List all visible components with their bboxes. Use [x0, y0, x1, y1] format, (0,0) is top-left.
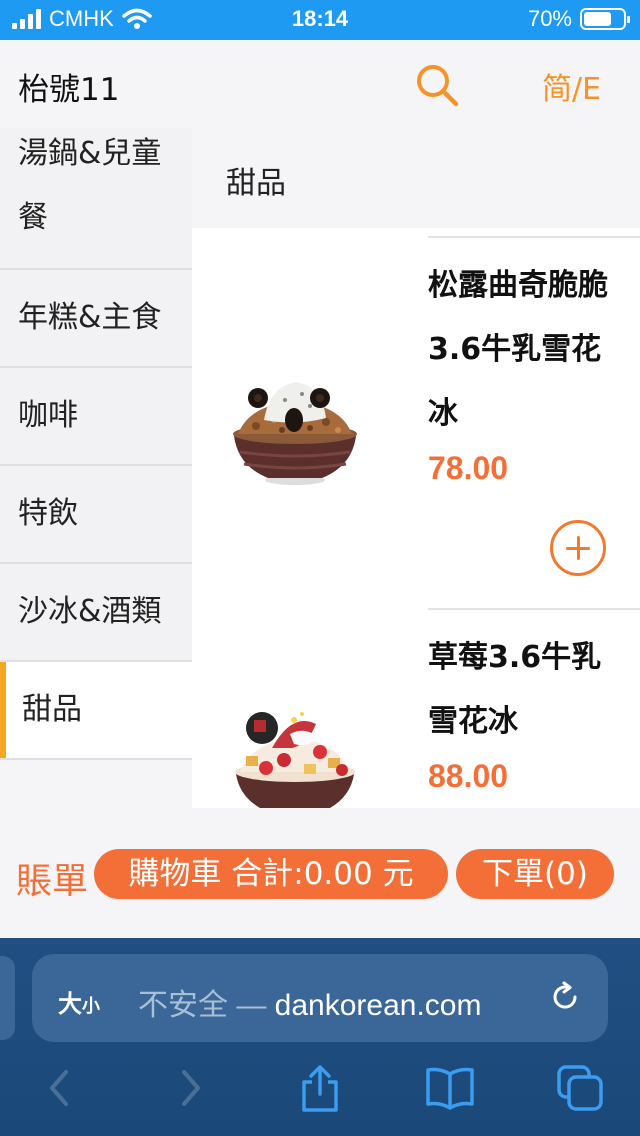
section-title-label: 甜品	[226, 166, 286, 201]
sidebar-item-ricecake-mains[interactable]: 年糕&主食	[0, 270, 192, 368]
bookmarks-icon[interactable]	[424, 1064, 476, 1112]
sidebar-item-smoothies-alcohol[interactable]: 沙冰&酒類	[0, 564, 192, 662]
domain-label: dankorean.com	[274, 989, 482, 1022]
address-bar[interactable]: 大小 不安全 — dankorean.com	[32, 954, 608, 1042]
status-right: 70%	[527, 6, 630, 32]
search-icon[interactable]	[412, 60, 462, 110]
sidebar-item-label: 年糕&主食	[18, 300, 162, 335]
divider	[428, 236, 640, 238]
sidebar-item-label: 特飲	[18, 496, 78, 531]
category-sidebar: 湯鍋&兒童餐 年糕&主食 咖啡 特飲 沙冰&酒類 甜品	[0, 128, 192, 808]
product-price: 78.00	[428, 450, 509, 486]
oreo-snow-ice-image	[233, 382, 357, 485]
sidebar-item-special-drinks[interactable]: 特飲	[0, 466, 192, 564]
product-list: 甜品 松露曲奇脆脆3.6牛乳雪花冰 78.00 草莓3.6牛乳雪花冰 88.00	[192, 128, 640, 808]
text-size-big: 大	[58, 990, 82, 1018]
tabs-icon[interactable]	[556, 1064, 604, 1112]
table-number-title: 枱號11	[18, 72, 120, 108]
section-title: 甜品	[192, 128, 640, 228]
bill-button[interactable]: 賬單	[16, 852, 88, 904]
sidebar-item-label: 沙冰&酒類	[18, 594, 162, 629]
forward-icon[interactable]	[176, 1064, 208, 1112]
cart-bar: 賬單 購物車 合計:0.00 元 下單(0)	[0, 808, 640, 938]
product-price: 88.00	[428, 758, 509, 794]
sidebar-item-desserts[interactable]: 甜品	[0, 662, 192, 760]
cart-total-button[interactable]: 購物車 合計:0.00 元	[94, 849, 448, 899]
battery-percent: 70%	[527, 6, 572, 31]
sidebar-item-soup-kids[interactable]: 湯鍋&兒童餐	[0, 128, 192, 270]
reload-icon[interactable]	[548, 980, 582, 1014]
previous-tab-peek[interactable]	[0, 956, 15, 1040]
sidebar-item-label: 甜品	[22, 692, 82, 727]
back-icon[interactable]	[42, 1064, 74, 1112]
share-icon[interactable]	[298, 1064, 342, 1112]
sidebar-item-label: 咖啡	[18, 398, 78, 433]
place-order-button[interactable]: 下單(0)	[456, 849, 614, 899]
product-name: 草莓3.6牛乳雪花冰	[428, 640, 602, 739]
text-size-small: 小	[82, 996, 100, 1017]
strawberry-snow-ice-image	[235, 712, 355, 808]
page: CMHK 18:14 70% 枱號11 简/E 湯鍋&兒童餐 年糕&主食 咖啡 …	[0, 0, 640, 1136]
plus-circle-icon[interactable]	[550, 520, 606, 576]
divider	[428, 608, 640, 610]
language-toggle-button[interactable]: 简/E	[542, 64, 601, 108]
battery-icon	[580, 8, 630, 30]
sidebar-item-label: 湯鍋&兒童餐	[18, 136, 162, 235]
text-size-button[interactable]: 大小	[58, 984, 100, 1019]
url-display[interactable]: 不安全 — dankorean.com	[138, 980, 481, 1024]
app-header: 枱號11 简/E	[0, 40, 640, 128]
insecure-label: 不安全 —	[138, 989, 275, 1022]
status-bar: CMHK 18:14 70%	[0, 0, 640, 40]
product-item[interactable]: 松露曲奇脆脆3.6牛乳雪花冰 78.00	[192, 236, 640, 608]
product-name: 松露曲奇脆脆3.6牛乳雪花冰	[428, 268, 608, 431]
product-item[interactable]: 草莓3.6牛乳雪花冰 88.00	[192, 608, 640, 808]
sidebar-item-coffee[interactable]: 咖啡	[0, 368, 192, 466]
